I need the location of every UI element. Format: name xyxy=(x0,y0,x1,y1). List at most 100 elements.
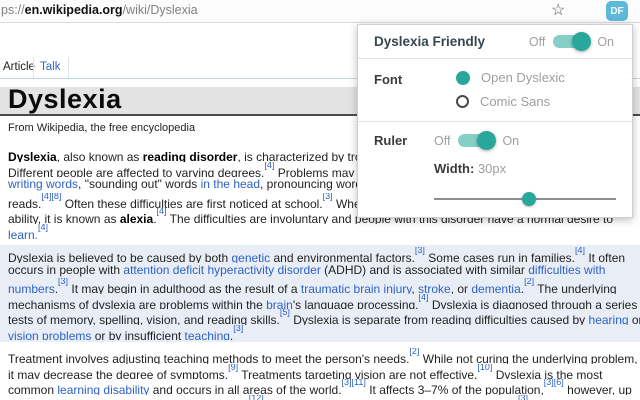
article-link[interactable]: brain xyxy=(266,298,293,310)
body-text: Dyslexia is separate from reading diffic… xyxy=(289,313,589,325)
ruler-section-label: Ruler xyxy=(374,133,408,148)
text-line: learn.[4] xyxy=(0,224,640,240)
reference-citation[interactable]: [3] xyxy=(58,278,68,286)
reference-citation[interactable]: [9] xyxy=(228,364,238,372)
font-option-label: Open Dyslexic xyxy=(481,70,565,85)
article-link[interactable]: vision problems xyxy=(8,329,91,341)
ruler-toggle-on-label: On xyxy=(502,133,520,148)
browser-toolbar: ps://en.wikipedia.org/wiki/Dyslexia ☆ DF xyxy=(0,0,640,23)
reference-citation[interactable]: [4] xyxy=(38,224,48,232)
main-toggle-off-label: Off xyxy=(528,34,546,49)
body-text: common xyxy=(8,383,58,395)
radio-unselected-icon[interactable] xyxy=(456,95,469,108)
article-link[interactable]: in the head xyxy=(201,177,260,191)
article-paragraph-highlighted: Dyslexia is believed to be caused by bot… xyxy=(0,245,640,342)
popup-header: Dyslexia Friendly Off On xyxy=(358,25,632,59)
article-link[interactable]: hearing xyxy=(589,313,629,325)
reference-citation[interactable]: [4][8] xyxy=(41,193,61,201)
text-line: vision problems or by insufficient teach… xyxy=(0,325,640,341)
toggle-knob xyxy=(572,32,592,51)
reference-citation[interactable]: [4] xyxy=(264,162,274,170)
tab-talk[interactable]: Talk xyxy=(40,61,60,73)
article-link[interactable]: learning disability xyxy=(57,383,149,395)
url-scheme: ps:// xyxy=(1,3,25,17)
body-text: The underlying xyxy=(534,282,617,294)
body-text: Dyslexia is the most xyxy=(492,367,603,380)
width-slider[interactable] xyxy=(434,192,616,206)
tab-divider xyxy=(33,57,34,78)
reference-citation[interactable]: [3] xyxy=(415,247,425,255)
article-link[interactable]: difficulties with xyxy=(528,263,605,277)
browser-window: ps://en.wikipedia.org/wiki/Dyslexia ☆ DF… xyxy=(0,0,640,400)
popup-title: Dyslexia Friendly xyxy=(374,34,486,49)
bold-text: Dyslexia xyxy=(8,150,57,162)
font-section: Font Open Dyslexic Comic Sans xyxy=(358,59,632,122)
article-link[interactable]: stroke xyxy=(418,282,451,294)
body-text: , "sounding out" words xyxy=(78,177,201,191)
reference-citation[interactable]: [3] xyxy=(233,325,243,333)
text-line: mechanisms of dyslexia are problems with… xyxy=(0,294,640,310)
bold-text: reading disorder xyxy=(142,150,238,162)
body-text: Treatment involves adjusting teaching me… xyxy=(8,352,410,364)
reference-citation[interactable]: [3][6] xyxy=(544,379,564,387)
reference-citation[interactable]: [12] xyxy=(249,395,264,400)
ruler-section: Ruler Off On Width: 30px xyxy=(358,122,632,218)
address-bar[interactable]: ps://en.wikipedia.org/wiki/Dyslexia xyxy=(1,3,198,17)
font-option-open-dyslexic[interactable]: Open Dyslexic xyxy=(456,70,565,85)
text-line: numbers.[3] It may begin in adulthood as… xyxy=(0,278,640,294)
body-text: reads. xyxy=(8,196,42,209)
slider-handle[interactable] xyxy=(521,192,536,206)
article-link[interactable]: writing words xyxy=(8,177,78,191)
article-link[interactable]: dementia xyxy=(471,282,520,294)
radio-selected-icon[interactable] xyxy=(456,70,470,85)
body-text: or xyxy=(631,313,640,325)
article-link[interactable]: traumatic brain injury xyxy=(301,282,411,294)
dyslexia-friendly-extension-icon[interactable]: DF xyxy=(606,1,628,21)
url-domain: en.wikipedia.org xyxy=(24,3,123,17)
reference-citation[interactable]: [4] xyxy=(157,208,167,216)
body-text: mechanisms of dyslexia are problems with… xyxy=(8,297,267,310)
article-link[interactable]: learn. xyxy=(8,228,38,240)
body-text: Treatments targeting vision are not effe… xyxy=(238,367,478,380)
reference-citation[interactable]: [3] xyxy=(518,395,528,400)
main-toggle-on-label: On xyxy=(597,34,614,49)
article-paragraph: Treatment involves adjusting teaching me… xyxy=(0,346,640,400)
body-text: It may begin in adulthood as the result … xyxy=(68,282,301,294)
ruler-toggle-group: Off On xyxy=(434,131,520,150)
text-line: tests of memory, spelling, vision, and r… xyxy=(0,309,640,325)
width-value: 30px xyxy=(477,161,507,176)
page-subtitle: From Wikipedia, the free encyclopedia xyxy=(8,122,196,134)
reference-citation[interactable]: [3] xyxy=(323,193,333,201)
body-text: however, up xyxy=(563,383,632,395)
font-section-label: Font xyxy=(374,72,403,87)
url-path: /wiki/Dyslexia xyxy=(122,3,198,17)
body-text: Dyslexia is diagnosed through a series o… xyxy=(428,297,640,310)
text-line: Treatment involves adjusting teaching me… xyxy=(0,348,640,364)
body-text: occurs in people with xyxy=(8,262,124,277)
text-line: occurs in people with attention deficit … xyxy=(0,263,640,279)
article-link[interactable]: numbers xyxy=(8,282,55,294)
body-text: While not curing the underlying problem, xyxy=(419,352,638,364)
font-option-comic-sans[interactable]: Comic Sans xyxy=(456,94,565,109)
reference-citation[interactable]: [4] xyxy=(419,294,429,302)
body-text: and environmental factors. xyxy=(270,251,415,263)
bold-text: alexia xyxy=(119,212,154,224)
ruler-toggle[interactable] xyxy=(458,131,497,150)
article-link[interactable]: attention deficit hyperactivity disorder xyxy=(123,263,320,277)
reference-citation[interactable]: [5] xyxy=(280,309,290,317)
main-toggle[interactable] xyxy=(553,32,592,51)
text-line: to 20% may have some degree of symptoms.… xyxy=(0,395,640,400)
reference-citation[interactable]: [3][11] xyxy=(342,379,366,387)
text-line: it may decrease the degree of symptoms.[… xyxy=(0,364,640,380)
article-link[interactable]: teaching xyxy=(185,329,230,341)
reference-citation[interactable]: [4] xyxy=(575,247,585,255)
reference-citation[interactable]: [2] xyxy=(524,278,534,286)
main-toggle-group: Off On xyxy=(528,32,614,51)
tab-divider xyxy=(68,57,69,78)
reference-citation[interactable]: [2] xyxy=(409,348,419,356)
reference-citation[interactable]: [10] xyxy=(477,364,492,372)
article-link[interactable]: genetic xyxy=(231,251,270,263)
tab-article[interactable]: Article xyxy=(3,61,35,73)
bookmark-star-icon[interactable]: ☆ xyxy=(551,1,565,21)
body-text: it may decrease the degree of symptoms. xyxy=(8,367,229,380)
